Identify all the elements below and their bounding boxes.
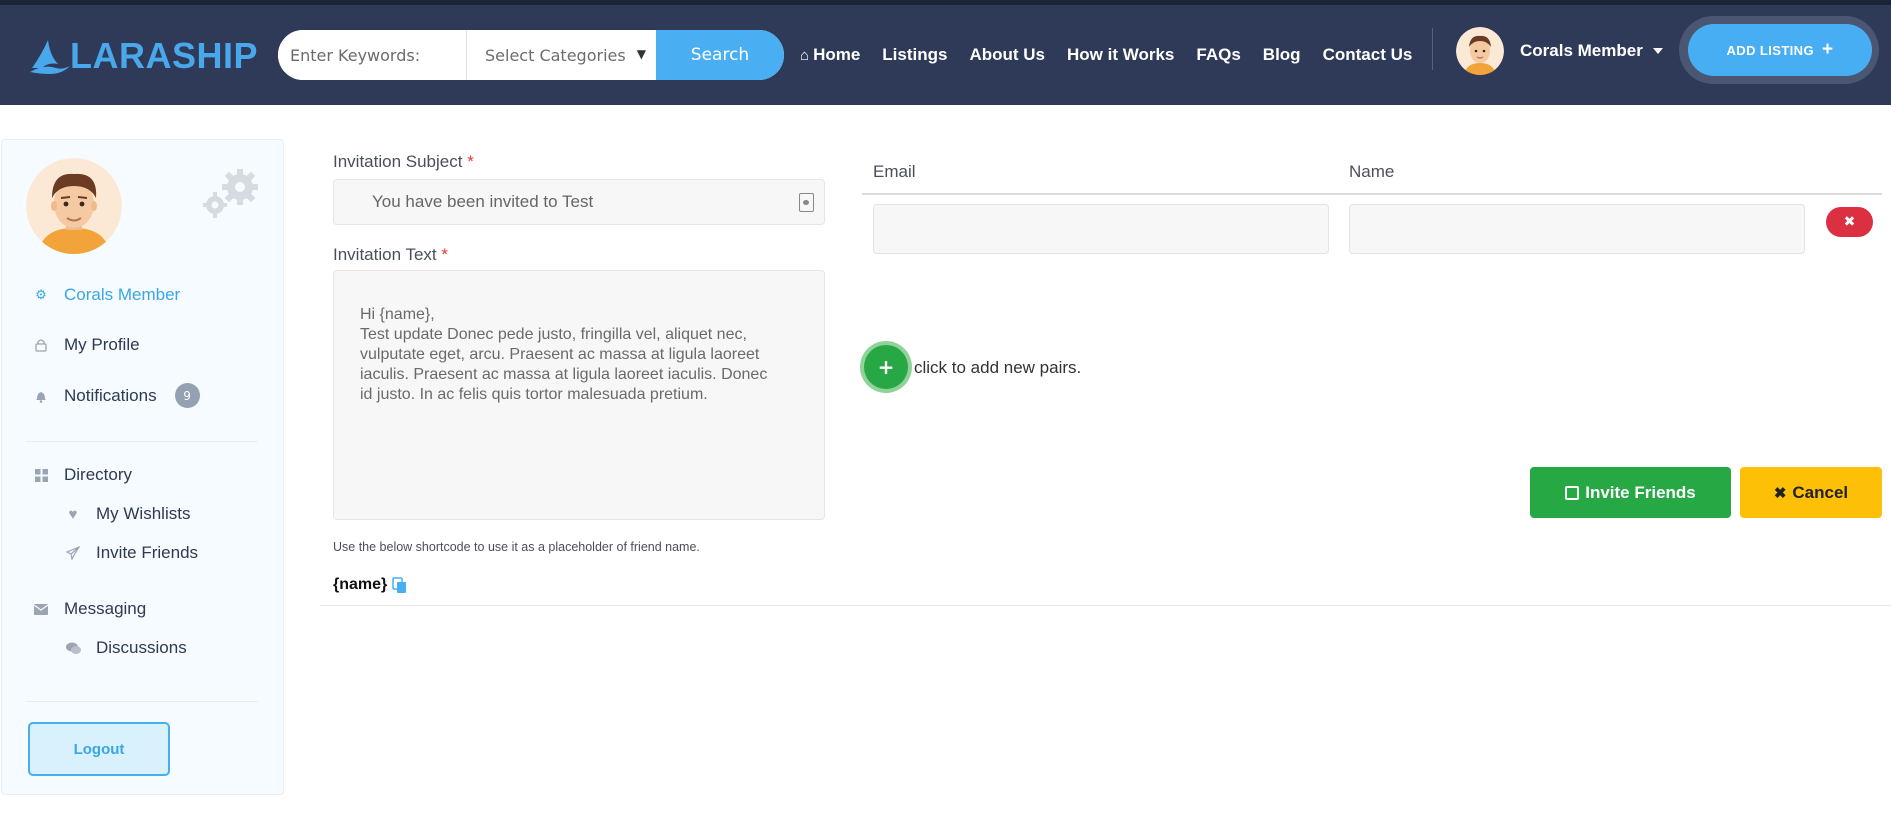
add-pair-button[interactable]: + xyxy=(860,341,912,393)
shortcode-hint: Use the below shortcode to use it as a p… xyxy=(333,540,700,554)
nav-home-label: Home xyxy=(813,45,861,64)
avatar[interactable] xyxy=(26,158,122,254)
remove-pair-button[interactable]: ✖ xyxy=(1826,207,1873,237)
sidebar-item-corals-member[interactable]: ⚙ Corals Member xyxy=(32,285,180,305)
nav-listings[interactable]: Listings xyxy=(882,45,947,65)
home-icon: ⌂ xyxy=(800,46,810,64)
search-form: Select Categories ▼ Search xyxy=(278,30,784,80)
sidebar-item-label: Corals Member xyxy=(64,285,181,304)
sidebar-item-label: My Wishlists xyxy=(96,504,191,523)
email-field[interactable] xyxy=(873,204,1329,254)
invitation-text-area[interactable]: Hi {name}, Test update Donec pede justo,… xyxy=(333,270,825,520)
nav-divider xyxy=(1432,28,1433,70)
sidebar-item-invite-friends[interactable]: Invite Friends xyxy=(64,543,198,563)
nav-contact-us[interactable]: Contact Us xyxy=(1323,45,1413,65)
sidebar-item-notifications[interactable]: Notifications 9 xyxy=(32,383,200,408)
sidebar: ⚙ Corals Member My Profile Notifications… xyxy=(1,139,284,795)
contact-card-icon xyxy=(799,193,814,212)
subject-value: You have been invited to Test xyxy=(372,192,594,211)
search-button[interactable]: Search xyxy=(656,30,784,80)
category-select[interactable]: Select Categories ▼ xyxy=(466,30,656,80)
sidebar-item-label: My Profile xyxy=(64,335,140,354)
grid-icon xyxy=(32,468,50,482)
user-name: Corals Member xyxy=(1520,41,1643,60)
shortcode: {name} xyxy=(333,576,408,594)
bell-icon xyxy=(32,389,50,403)
sidebar-item-messaging[interactable]: Messaging xyxy=(32,599,146,619)
invite-friends-button[interactable]: Invite Friends xyxy=(1530,467,1731,518)
cancel-button[interactable]: ✖ Cancel xyxy=(1740,467,1882,518)
text-label: Invitation Text * xyxy=(333,245,448,265)
sidebar-item-directory[interactable]: Directory xyxy=(32,465,132,485)
subject-input[interactable]: You have been invited to Test xyxy=(333,179,825,225)
add-pair-hint: click to add new pairs. xyxy=(914,358,1082,377)
pairs-header-divider xyxy=(862,193,1882,195)
sidebar-item-discussions[interactable]: Discussions xyxy=(64,638,187,658)
plus-icon: + xyxy=(864,345,908,389)
close-icon: ✖ xyxy=(1773,484,1787,502)
sidebar-item-label: Invite Friends xyxy=(96,543,199,562)
keywords-input[interactable] xyxy=(278,30,466,80)
caret-down-icon: ▼ xyxy=(636,47,646,61)
site-logo[interactable]: LARASHIP xyxy=(28,33,258,79)
sidebar-divider xyxy=(26,441,258,442)
shortcode-text: {name} xyxy=(333,576,388,593)
sidebar-item-label: Directory xyxy=(64,465,133,484)
notifications-count-badge: 9 xyxy=(174,383,200,408)
invite-friends-label: Invite Friends xyxy=(1585,482,1696,502)
cancel-label: Cancel xyxy=(1792,482,1849,502)
lock-icon xyxy=(32,338,50,352)
comments-icon xyxy=(64,642,82,655)
subject-label: Invitation Subject * xyxy=(333,152,474,172)
plus-icon: + xyxy=(1821,39,1834,60)
logout-button[interactable]: Logout xyxy=(28,722,170,776)
main-nav: ⌂ Home Listings About Us How it Works FA… xyxy=(800,45,1434,65)
subject-label-text: Invitation Subject xyxy=(333,152,463,171)
sidebar-item-my-wishlists[interactable]: ♥ My Wishlists xyxy=(64,504,191,524)
nav-home[interactable]: ⌂ Home xyxy=(800,45,860,65)
sidebar-divider xyxy=(26,701,258,702)
user-menu[interactable]: Corals Member xyxy=(1456,27,1663,75)
nav-blog[interactable]: Blog xyxy=(1263,45,1301,65)
caret-down-icon xyxy=(1652,48,1663,54)
logo-wave-icon xyxy=(30,40,70,74)
envelope-icon xyxy=(32,603,50,615)
category-select-label: Select Categories xyxy=(485,45,626,65)
cogs-icon: ⚙ xyxy=(35,287,47,302)
name-field[interactable] xyxy=(1349,204,1805,254)
avatar xyxy=(1456,27,1504,75)
email-column-header: Email xyxy=(873,162,916,181)
sidebar-item-label: Notifications xyxy=(64,385,157,405)
nav-about-us[interactable]: About Us xyxy=(969,45,1045,65)
nav-faqs[interactable]: FAQs xyxy=(1196,45,1240,65)
sidebar-item-label: Messaging xyxy=(64,599,147,618)
nav-how-it-works[interactable]: How it Works xyxy=(1067,45,1174,65)
name-column-header: Name xyxy=(1349,162,1395,181)
add-listing-button[interactable]: ADD LISTING + xyxy=(1688,24,1872,76)
copy-icon[interactable] xyxy=(392,576,408,594)
paper-plane-icon xyxy=(64,546,82,560)
required-mark: * xyxy=(467,152,474,171)
sidebar-item-my-profile[interactable]: My Profile xyxy=(32,335,140,355)
save-icon xyxy=(1565,485,1580,500)
logo-text: LARASHIP xyxy=(70,35,259,76)
text-label-text: Invitation Text xyxy=(333,245,437,264)
sidebar-item-label: Discussions xyxy=(96,638,187,657)
form-bottom-divider xyxy=(320,605,1891,606)
gears-icon xyxy=(203,169,258,218)
close-icon: ✖ xyxy=(1843,214,1856,230)
add-listing-label: ADD LISTING xyxy=(1726,42,1814,58)
required-mark: * xyxy=(441,245,448,264)
heart-icon: ♥ xyxy=(68,505,78,523)
